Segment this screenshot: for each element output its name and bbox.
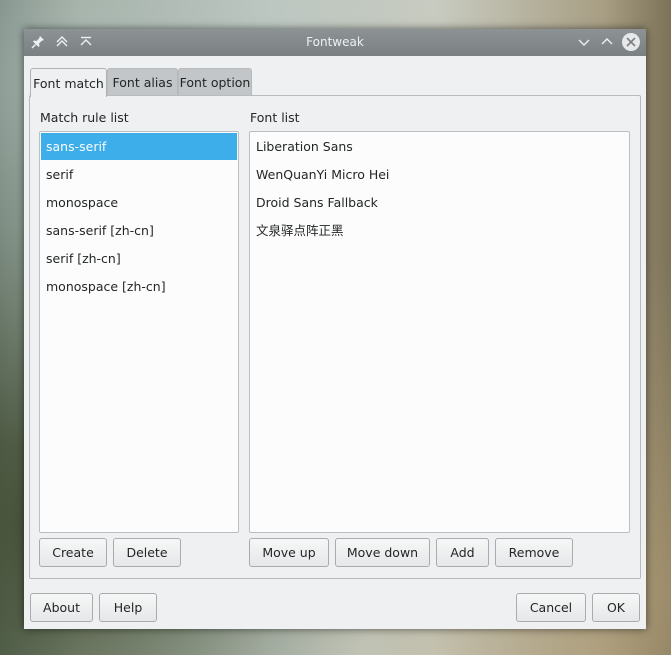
font-item[interactable]: Liberation Sans bbox=[251, 133, 628, 160]
cancel-button[interactable]: Cancel bbox=[516, 593, 586, 622]
font-item[interactable]: 文泉驿点阵正黑 bbox=[251, 217, 628, 244]
window-title: Fontweak bbox=[306, 35, 364, 49]
create-button[interactable]: Create bbox=[39, 538, 107, 567]
maximize-icon[interactable] bbox=[599, 34, 615, 50]
minimize-icon[interactable] bbox=[576, 34, 592, 50]
ok-button[interactable]: OK bbox=[592, 593, 640, 622]
about-button[interactable]: About bbox=[30, 593, 93, 622]
tab-font-match[interactable]: Font match bbox=[30, 68, 107, 97]
font-item[interactable]: WenQuanYi Micro Hei bbox=[251, 161, 628, 188]
delete-button[interactable]: Delete bbox=[113, 538, 181, 567]
tab-font-option[interactable]: Font option bbox=[178, 68, 252, 96]
fontweak-window: Fontweak Font match Font alias Font opti… bbox=[24, 29, 646, 629]
font-list-label: Font list bbox=[250, 110, 300, 125]
match-rule-item[interactable]: serif [zh-cn] bbox=[41, 245, 237, 272]
move-down-button[interactable]: Move down bbox=[335, 538, 430, 567]
font-item[interactable]: Droid Sans Fallback bbox=[251, 189, 628, 216]
match-rule-list-label: Match rule list bbox=[40, 110, 129, 125]
match-rule-item[interactable]: monospace bbox=[41, 189, 237, 216]
title-bar[interactable]: Fontweak bbox=[24, 29, 646, 56]
add-button[interactable]: Add bbox=[436, 538, 489, 567]
move-up-button[interactable]: Move up bbox=[249, 538, 329, 567]
font-list[interactable]: Liberation Sans WenQuanYi Micro Hei Droi… bbox=[249, 131, 630, 533]
match-rule-item[interactable]: sans-serif bbox=[41, 133, 237, 160]
help-button[interactable]: Help bbox=[99, 593, 157, 622]
remove-button[interactable]: Remove bbox=[495, 538, 573, 567]
match-rule-item[interactable]: sans-serif [zh-cn] bbox=[41, 217, 237, 244]
match-rule-list[interactable]: sans-serif serif monospace sans-serif [z… bbox=[39, 131, 239, 533]
tab-font-alias[interactable]: Font alias bbox=[107, 68, 178, 96]
close-icon[interactable] bbox=[622, 33, 640, 51]
match-rule-item[interactable]: monospace [zh-cn] bbox=[41, 273, 237, 300]
match-rule-item[interactable]: serif bbox=[41, 161, 237, 188]
font-match-panel: Match rule list Font list sans-serif ser… bbox=[29, 95, 641, 579]
